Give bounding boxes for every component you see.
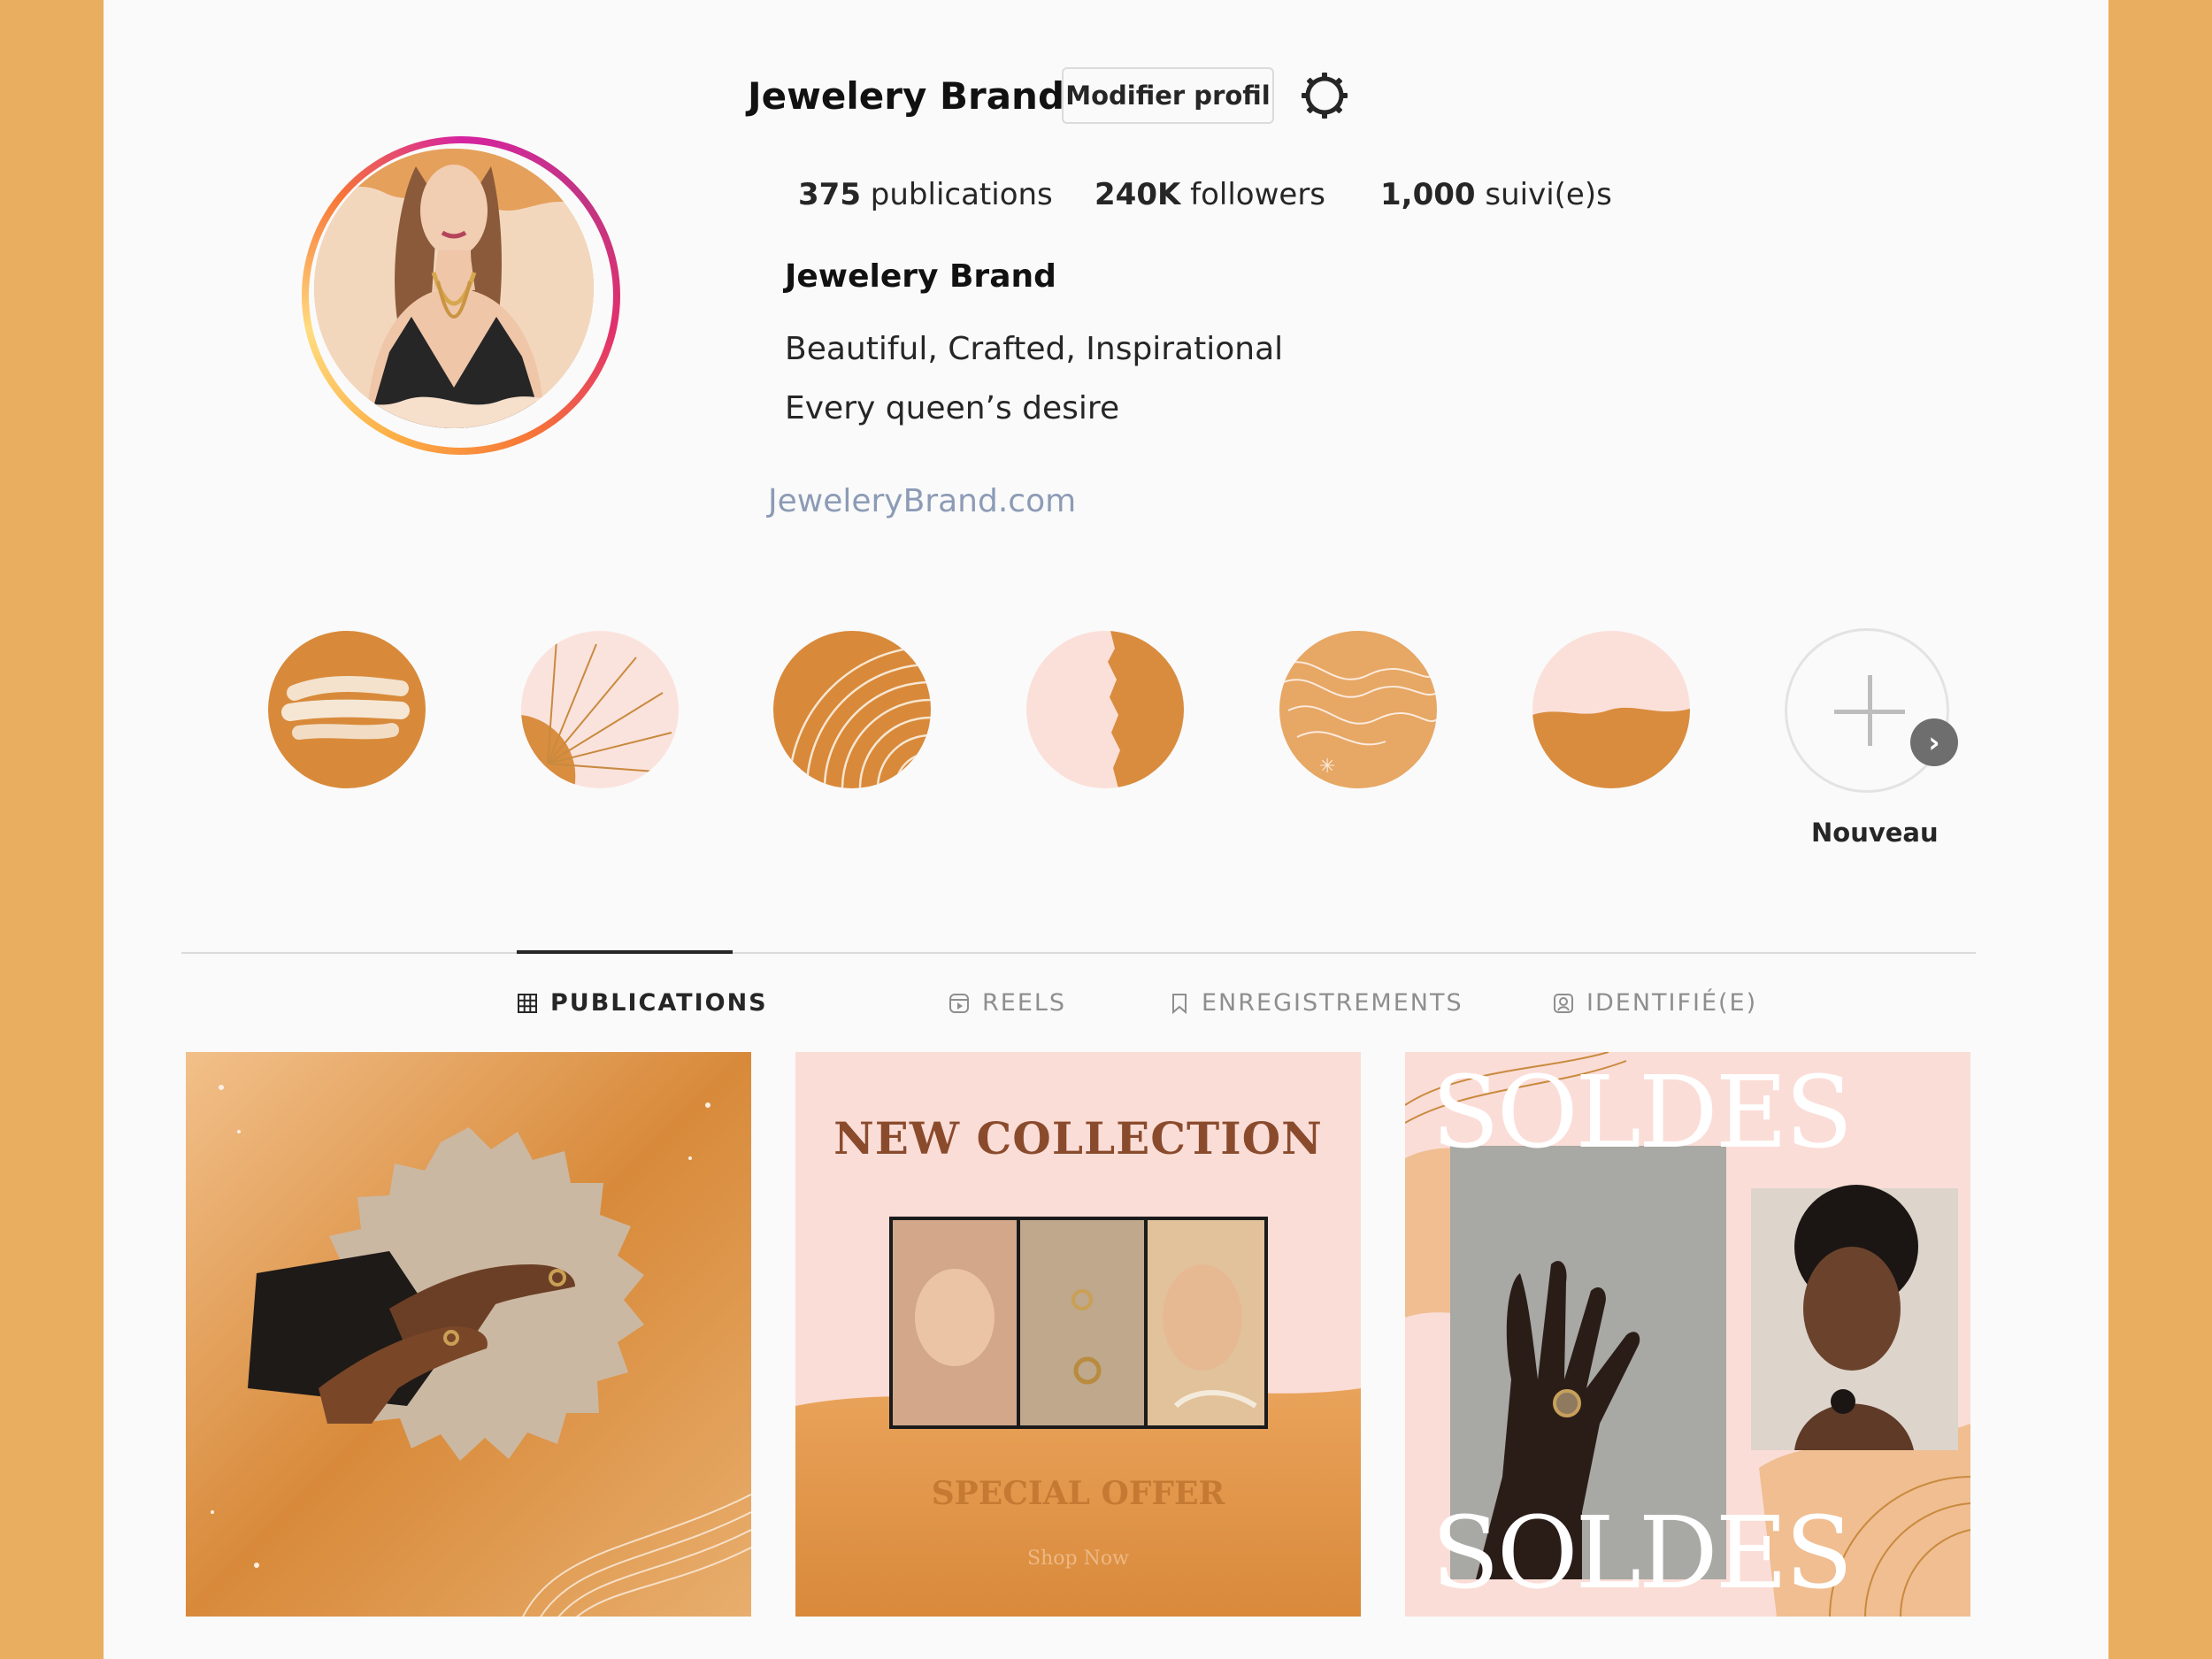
shop-now-link[interactable]: Shop Now xyxy=(795,1548,1361,1570)
soldes-bottom-text: SOLDES xyxy=(1432,1496,1853,1611)
bookmark-icon xyxy=(1172,993,1187,1014)
edit-profile-button[interactable]: Modifier profil xyxy=(1062,67,1274,124)
followers-label: followers xyxy=(1190,177,1326,212)
stat-following[interactable]: 1,000 suivi(e)s xyxy=(1380,177,1612,212)
post-soldes[interactable]: SOLDES SOLDES xyxy=(1405,1052,1970,1617)
highlight-paint-strokes[interactable] xyxy=(268,631,426,788)
profile-page: Jewelery Brand Modifier profil 375 publi… xyxy=(104,0,2108,1659)
website-link[interactable]: JeweleryBrand.com xyxy=(768,483,1076,519)
gear-icon[interactable] xyxy=(1300,71,1349,120)
profile-display-name: Jewelery Brand xyxy=(785,258,1056,295)
highlight-wave-lines[interactable]: ✳ xyxy=(1279,631,1437,788)
active-tab-indicator xyxy=(517,950,733,954)
highlight-torn-edge[interactable] xyxy=(1026,631,1184,788)
soldes-top-text: SOLDES xyxy=(1432,1056,1853,1171)
svg-text:✳: ✳ xyxy=(1319,756,1335,778)
posts-label: publications xyxy=(870,177,1053,212)
tabs-divider xyxy=(181,952,1976,954)
avatar-photo xyxy=(314,149,594,428)
chevron-right-icon[interactable]: › xyxy=(1910,718,1958,766)
tab-tagged-label: IDENTIFIÉ(E) xyxy=(1586,989,1758,1017)
tab-saved[interactable]: ENREGISTREMENTS xyxy=(1170,989,1463,1017)
special-offer-text: SPECIAL OFFER xyxy=(931,1475,1225,1512)
grid-icon xyxy=(518,993,537,1013)
bio-line-2: Every queen’s desire xyxy=(785,390,1120,426)
tab-tagged[interactable]: IDENTIFIÉ(E) xyxy=(1553,989,1757,1017)
bio-line-1: Beautiful, Crafted, Inspirational xyxy=(785,331,1284,367)
tab-publications-label: PUBLICATIONS xyxy=(550,989,768,1017)
following-label: suivi(e)s xyxy=(1485,177,1612,212)
stat-followers[interactable]: 240K followers xyxy=(1094,177,1325,212)
post-hands-rings[interactable] xyxy=(186,1052,751,1617)
followers-count: 240K xyxy=(1094,177,1181,212)
post-new-collection[interactable]: NEW COLLECTION SPECIAL OFFER Shop Now xyxy=(795,1052,1361,1617)
tab-reels-label: REELS xyxy=(982,989,1067,1017)
posts-count: 375 xyxy=(798,177,861,212)
new-highlight-label: Nouveau xyxy=(1811,818,1939,848)
profile-avatar[interactable] xyxy=(302,136,620,455)
tagged-icon xyxy=(1554,993,1573,1013)
tab-saved-label: ENREGISTREMENTS xyxy=(1202,989,1463,1017)
highlight-sun-rays[interactable] xyxy=(521,631,679,788)
stat-posts: 375 publications xyxy=(798,177,1053,212)
reels-icon xyxy=(949,993,969,1013)
highlight-paint-wash[interactable] xyxy=(1532,631,1690,788)
following-count: 1,000 xyxy=(1380,177,1476,212)
tab-publications[interactable]: PUBLICATIONS xyxy=(517,989,768,1017)
highlight-arc-lines[interactable] xyxy=(773,631,931,788)
post-title: NEW COLLECTION xyxy=(833,1112,1323,1164)
tab-reels[interactable]: REELS xyxy=(949,989,1066,1017)
profile-username: Jewelery Brand xyxy=(748,74,1065,118)
new-highlight-button[interactable] xyxy=(1785,628,1949,793)
